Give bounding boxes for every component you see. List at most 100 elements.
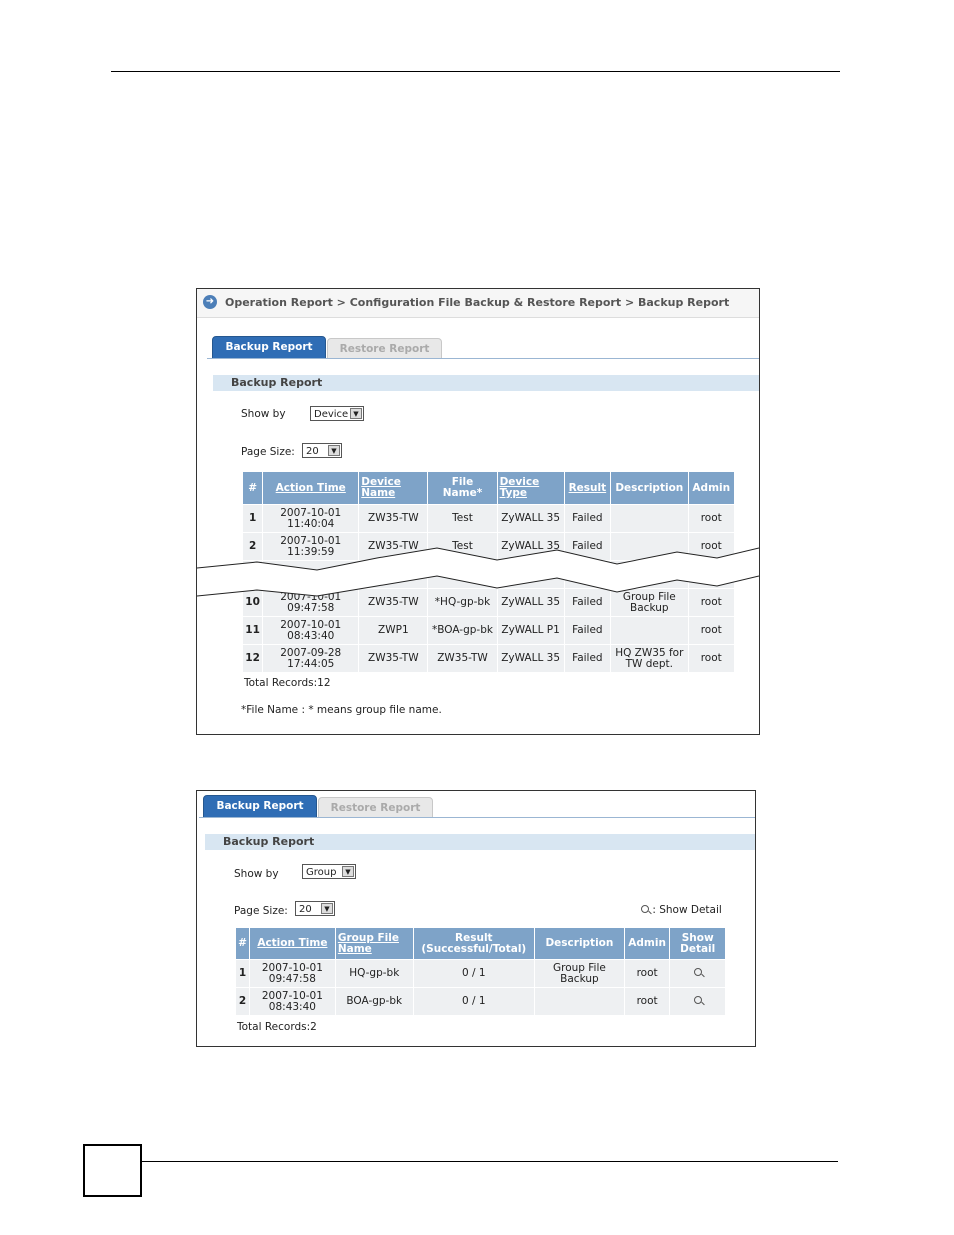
- tab-backup-report[interactable]: Backup Report: [203, 795, 317, 818]
- show-by-label: Show by: [241, 408, 286, 420]
- row-num: 2: [236, 988, 249, 1015]
- tab-restore-report[interactable]: Restore Report: [318, 797, 433, 818]
- row-action-time: 2007-10-01 11:40:04: [263, 505, 359, 532]
- row-result: 0 / 1: [413, 960, 534, 987]
- backup-report-group-table: # Action Time Group File Name Result (Suc…: [235, 927, 726, 1016]
- magnifier-icon: [641, 905, 649, 913]
- total-records: Total Records:2: [237, 1021, 317, 1033]
- page-size-label: Page Size:: [241, 446, 295, 458]
- row-type: ZyWALL 35: [497, 645, 564, 672]
- page-header-rule: [111, 71, 840, 72]
- col-result[interactable]: Result: [564, 472, 611, 504]
- col-num: #: [236, 928, 249, 959]
- page-size-value: 20: [306, 446, 319, 457]
- navigation-arrow-icon: ➜: [203, 295, 217, 309]
- row-num: 12: [243, 645, 263, 672]
- row-result: 0 / 1: [413, 988, 534, 1015]
- total-records: Total Records:12: [244, 677, 331, 689]
- col-device-type[interactable]: Device Type: [497, 472, 564, 504]
- chevron-down-icon: ▼: [321, 903, 333, 914]
- col-device-name[interactable]: Device Name: [359, 472, 428, 504]
- row-group-file: HQ-gp-bk: [335, 960, 413, 987]
- row-action-time: 2007-10-01 08:43:40: [263, 617, 359, 644]
- row-action-time: 2007-10-01 09:47:58: [249, 960, 335, 987]
- section-title: Backup Report: [205, 834, 755, 850]
- show-by-select[interactable]: Group ▼: [302, 864, 356, 879]
- row-description: [611, 617, 688, 644]
- col-show-detail: Show Detail: [670, 928, 725, 959]
- file-name-footnote: *File Name : * means group file name.: [241, 704, 442, 716]
- show-by-label: Show by: [234, 868, 279, 880]
- row-admin: root: [688, 617, 734, 644]
- table-row: 12 2007-09-28 17:44:05 ZW35-TW ZW35-TW Zy…: [243, 645, 734, 672]
- show-detail-button[interactable]: [670, 960, 725, 987]
- col-result: Result (Successful/Total): [413, 928, 534, 959]
- row-num: 1: [243, 505, 263, 532]
- row-description: [534, 988, 624, 1015]
- row-num: 11: [243, 617, 263, 644]
- show-by-value: Device: [314, 409, 349, 420]
- col-action-time[interactable]: Action Time: [263, 472, 359, 504]
- col-num: #: [243, 472, 263, 504]
- col-file-name: File Name*: [428, 472, 497, 504]
- chevron-down-icon: ▼: [342, 866, 354, 877]
- row-action-time: 2007-09-28 17:44:05: [263, 645, 359, 672]
- tab-backup-report[interactable]: Backup Report: [212, 336, 326, 359]
- backup-report-group-screenshot: Backup Report Restore Report Backup Repo…: [196, 790, 756, 1047]
- page-size-label: Page Size:: [234, 905, 288, 917]
- row-admin: root: [624, 960, 670, 987]
- row-file: ZW35-TW: [428, 645, 497, 672]
- row-result: Failed: [564, 617, 611, 644]
- show-by-value: Group: [306, 867, 337, 878]
- table-break-marker: [197, 547, 759, 597]
- backup-report-device-screenshot: ➜ Operation Report > Configuration File …: [196, 288, 760, 735]
- magnifier-icon: [693, 968, 702, 976]
- page-size-value: 20: [299, 904, 312, 915]
- table-row: 1 2007-10-01 11:40:04 ZW35-TW Test ZyWALL…: [243, 505, 734, 532]
- row-group-file: BOA-gp-bk: [335, 988, 413, 1015]
- page-size-select[interactable]: 20 ▼: [295, 901, 335, 916]
- row-device: ZW35-TW: [359, 645, 428, 672]
- breadcrumb-text: Operation Report > Configuration File Ba…: [225, 296, 730, 309]
- col-admin: Admin: [624, 928, 670, 959]
- table-header-row: # Action Time Device Name File Name* Dev…: [243, 472, 734, 504]
- chevron-down-icon: ▼: [328, 445, 340, 456]
- row-action-time: 2007-10-01 08:43:40: [249, 988, 335, 1015]
- col-admin: Admin: [688, 472, 734, 504]
- page-footer-rule: [140, 1161, 838, 1162]
- row-file: *BOA-gp-bk: [428, 617, 497, 644]
- table-row: 2 2007-10-01 08:43:40 BOA-gp-bk 0 / 1 roo…: [236, 988, 725, 1015]
- col-action-time[interactable]: Action Time: [249, 928, 335, 959]
- show-detail-legend: : Show Detail: [641, 904, 722, 916]
- col-description: Description: [534, 928, 624, 959]
- row-result: Failed: [564, 505, 611, 532]
- show-detail-legend-text: : Show Detail: [652, 904, 722, 916]
- tab-restore-report[interactable]: Restore Report: [327, 338, 442, 359]
- tab-divider: [199, 817, 755, 818]
- row-device: ZW35-TW: [359, 505, 428, 532]
- col-group-file-name[interactable]: Group File Name: [335, 928, 413, 959]
- row-type: ZyWALL P1: [497, 617, 564, 644]
- row-admin: root: [688, 645, 734, 672]
- chevron-down-icon: ▼: [350, 408, 362, 419]
- row-device: ZWP1: [359, 617, 428, 644]
- show-by-select[interactable]: Device ▼: [310, 406, 364, 421]
- row-file: Test: [428, 505, 497, 532]
- row-description: Group File Backup: [534, 960, 624, 987]
- row-result: Failed: [564, 645, 611, 672]
- col-description: Description: [611, 472, 688, 504]
- row-description: [611, 505, 688, 532]
- row-admin: root: [688, 505, 734, 532]
- magnifier-icon: [693, 996, 702, 1004]
- breadcrumb: ➜ Operation Report > Configuration File …: [197, 289, 759, 318]
- show-detail-button[interactable]: [670, 988, 725, 1015]
- page-number-box: [83, 1144, 142, 1197]
- row-admin: root: [624, 988, 670, 1015]
- table-row: 1 2007-10-01 09:47:58 HQ-gp-bk 0 / 1 Grou…: [236, 960, 725, 987]
- page-size-select[interactable]: 20 ▼: [302, 443, 342, 458]
- table-header-row: # Action Time Group File Name Result (Suc…: [236, 928, 725, 959]
- section-title: Backup Report: [213, 375, 759, 391]
- row-description: HQ ZW35 for TW dept.: [611, 645, 688, 672]
- row-num: 1: [236, 960, 249, 987]
- tab-divider: [207, 358, 759, 359]
